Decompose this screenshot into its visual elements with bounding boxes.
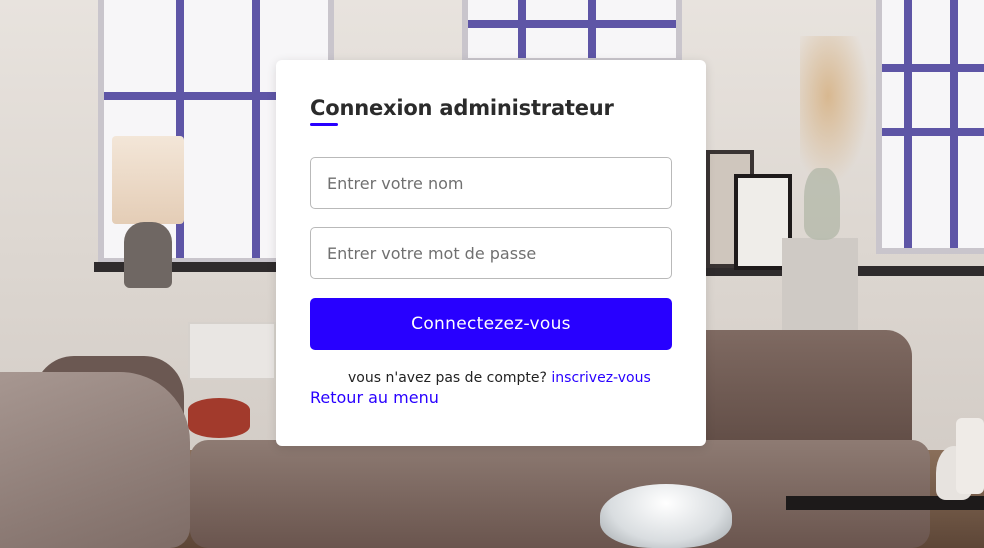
lamp-shade <box>112 136 184 224</box>
signup-link[interactable]: inscrivez-vous <box>551 370 650 386</box>
back-to-menu-link[interactable]: Retour au menu <box>310 388 439 407</box>
sofa-seat <box>190 440 930 548</box>
pedestal <box>782 238 858 338</box>
login-card: Connexion administrateur Connectezez-vou… <box>276 60 706 446</box>
glass-bowl <box>600 484 732 548</box>
window-right <box>876 0 984 254</box>
ceramic-cup <box>956 418 984 494</box>
glass-vase <box>804 168 840 240</box>
side-table <box>188 398 250 438</box>
page-title: Connexion administrateur <box>310 96 614 120</box>
sofa-arm-left <box>0 372 190 548</box>
username-input[interactable] <box>310 157 672 209</box>
login-button[interactable]: Connectezez-vous <box>310 298 672 350</box>
title-underline <box>310 123 338 126</box>
lamp-base <box>124 222 172 288</box>
radiator <box>188 322 276 380</box>
dried-grass <box>800 36 870 186</box>
window-center <box>462 0 682 64</box>
password-input[interactable] <box>310 227 672 279</box>
signup-prompt: vous n'avez pas de compte? inscrivez-vou… <box>310 370 672 386</box>
no-account-text: vous n'avez pas de compte? <box>348 370 547 386</box>
